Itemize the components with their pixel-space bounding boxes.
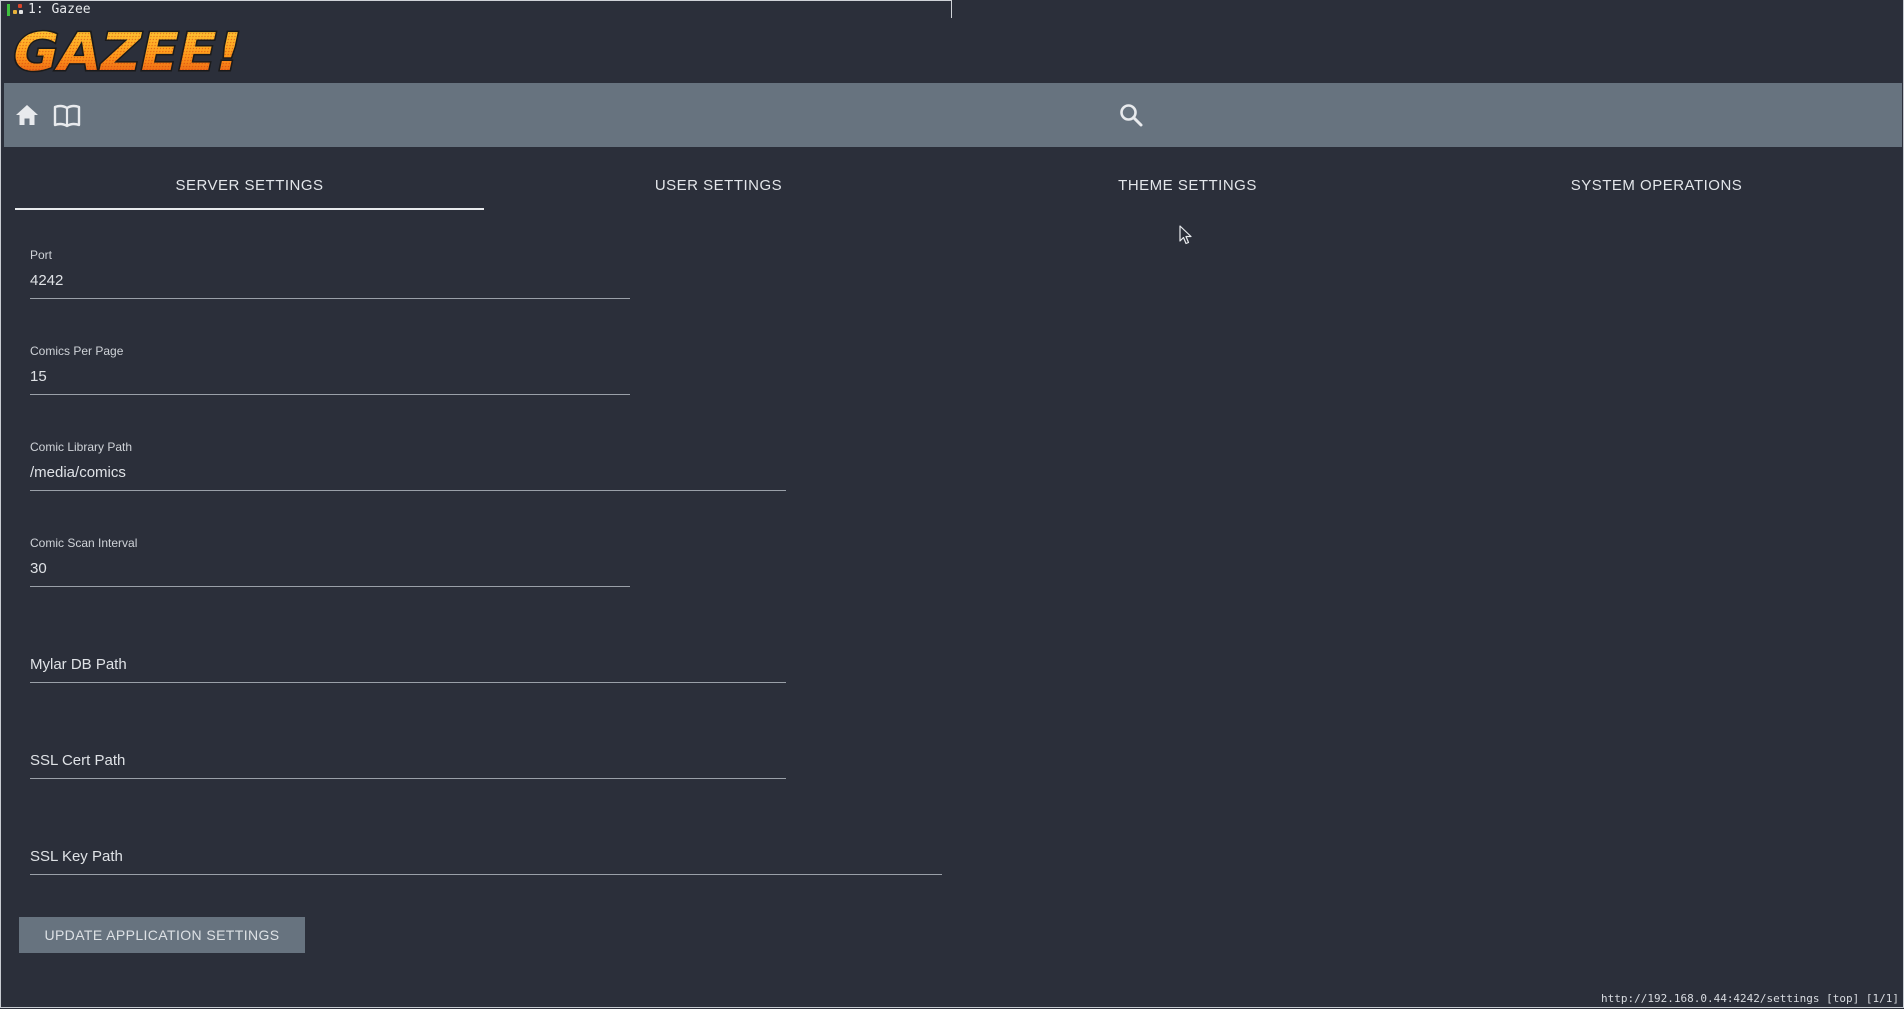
workspace-indicator <box>7 3 10 16</box>
tab-system-operations[interactable]: SYSTEM OPERATIONS <box>1422 162 1891 210</box>
ssl-key-path-underline <box>30 874 942 875</box>
comic-scan-interval-input[interactable] <box>30 560 630 577</box>
port-field-group: Port <box>30 248 630 304</box>
ssl-cert-path-input[interactable] <box>30 752 786 769</box>
status-url: http://192.168.0.44:4242/settings [top] … <box>1600 992 1899 1005</box>
comic-scan-interval-label: Comic Scan Interval <box>30 536 138 550</box>
settings-tabs: SERVER SETTINGS USER SETTINGS THEME SETT… <box>15 162 1891 210</box>
comic-library-path-field-group: Comic Library Path <box>30 440 786 496</box>
comic-library-path-label: Comic Library Path <box>30 440 133 454</box>
comics-per-page-underline <box>30 394 630 395</box>
port-input[interactable] <box>30 272 630 289</box>
search-icon[interactable] <box>1116 100 1146 130</box>
port-underline <box>30 298 630 299</box>
browser-window: 1: Gazee GAZEE! GAZEE! SERVER SETTINGS U… <box>0 0 1904 1008</box>
book-icon[interactable] <box>52 100 82 130</box>
home-icon[interactable] <box>12 100 42 130</box>
tab-user-settings[interactable]: USER SETTINGS <box>484 162 953 210</box>
window-title: 1: Gazee <box>28 1 91 17</box>
comics-per-page-label: Comics Per Page <box>30 344 124 358</box>
tab-theme-settings[interactable]: THEME SETTINGS <box>953 162 1422 210</box>
svg-text:GAZEE!: GAZEE! <box>8 23 247 78</box>
mylar-db-path-underline <box>30 682 786 683</box>
ssl-cert-path-underline <box>30 778 786 779</box>
comic-scan-interval-underline <box>30 586 630 587</box>
mylar-db-path-field-group <box>30 632 786 688</box>
ssl-key-path-input[interactable] <box>30 848 942 865</box>
port-label: Port <box>30 248 53 262</box>
tab-server-settings[interactable]: SERVER SETTINGS <box>15 162 484 210</box>
comics-per-page-field-group: Comics Per Page <box>30 344 630 400</box>
ssl-cert-path-field-group <box>30 728 786 784</box>
comic-library-path-underline <box>30 490 786 491</box>
gazee-logo[interactable]: GAZEE! GAZEE! <box>8 20 248 78</box>
ssl-key-path-field-group <box>30 824 942 880</box>
mylar-db-path-input[interactable] <box>30 656 786 673</box>
comics-per-page-input[interactable] <box>30 368 630 385</box>
update-application-settings-button[interactable]: UPDATE APPLICATION SETTINGS <box>19 917 305 953</box>
window-titlebar: 1: Gazee <box>1 0 952 18</box>
app-favicon-icon <box>13 4 24 15</box>
comic-scan-interval-field-group: Comic Scan Interval <box>30 536 630 592</box>
mouse-pointer-icon <box>1179 225 1192 245</box>
top-navbar <box>4 83 1902 147</box>
comic-library-path-input[interactable] <box>30 464 786 481</box>
